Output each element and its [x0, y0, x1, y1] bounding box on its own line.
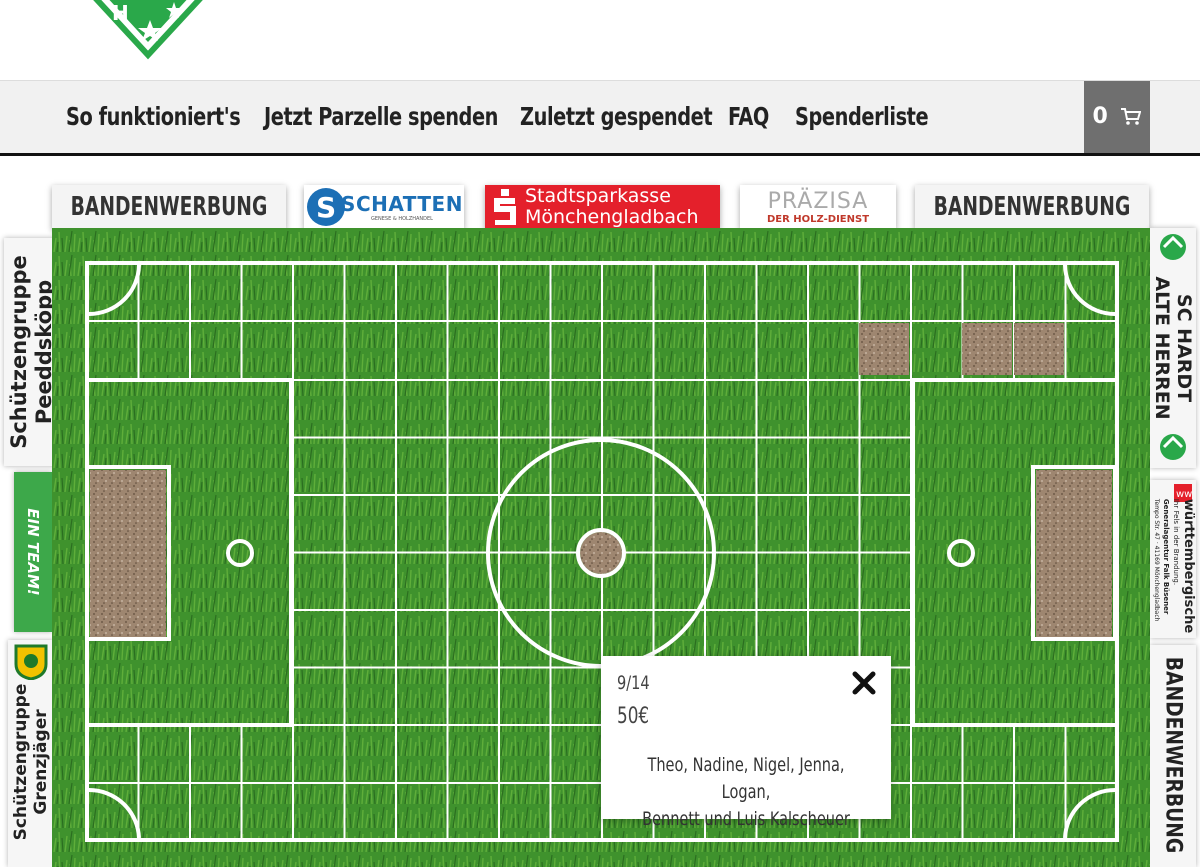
nav-donate-parcel[interactable]: Jetzt Parzelle spenden	[264, 81, 498, 153]
cart-count: 0	[1092, 104, 1108, 129]
nav-faq[interactable]: FAQ	[728, 81, 769, 153]
banner-ein-team[interactable]: EIN TEAM!	[14, 472, 52, 632]
svg-text:H: H	[112, 1, 129, 25]
parcel-amount: 50€	[617, 704, 650, 729]
main-nav: So funktioniert's Jetzt Parzelle spenden…	[0, 80, 1200, 156]
top-sponsor-banners: BANDENWERBUNG S SCHATTEN GENESE & HOLZHA…	[0, 185, 1200, 230]
banner-stadtsparkasse[interactable]: Stadtsparkasse Mönchengladbach	[485, 185, 720, 229]
sc-hardt-logo-icon	[1160, 234, 1186, 260]
svg-text:S: S	[316, 191, 336, 224]
banner-schuetzengruppe-grenzjaeger[interactable]: Schützengruppe Grenzjäger	[8, 640, 54, 867]
sc-hardt-logo-icon-bottom	[1160, 434, 1186, 460]
banner-advertising-side-right[interactable]: BANDENWERBUNG	[1150, 645, 1196, 867]
donor-names: Theo, Nadine, Nigel, Jenna, Logan, Benne…	[642, 754, 850, 830]
banner-wuerttembergische[interactable]: ww württembergische Ihr Fels in der Bran…	[1150, 480, 1196, 638]
club-logo[interactable]: H	[78, 0, 218, 60]
grenzjaeger-crest-icon	[14, 644, 48, 680]
parcel-id: 9/14	[617, 672, 650, 694]
banner-praezisa[interactable]: PRÄZISA DER HOLZ-DIENST	[740, 185, 896, 229]
sparkasse-logo-icon	[494, 189, 516, 225]
banner-schatten[interactable]: S SCHATTEN GENESE & HOLZHANDEL	[304, 185, 464, 229]
parcel-popup: 9/14 50€ Theo, Nadine, Nigel, Jenna, Log…	[601, 656, 891, 830]
nav-recently-donated[interactable]: Zuletzt gespendet	[520, 81, 713, 153]
shopping-cart-icon	[1121, 108, 1142, 125]
banner-advertising-right[interactable]: BANDENWERBUNG	[915, 185, 1149, 229]
close-icon[interactable]	[851, 670, 877, 696]
banner-sc-hardt-alte-herren[interactable]: SC HARDT ALTE HERREN	[1150, 228, 1196, 468]
cart-button[interactable]: 0	[1084, 81, 1150, 153]
site-header: H	[0, 0, 1200, 80]
nav-donor-list[interactable]: Spenderliste	[795, 81, 929, 153]
nav-how-it-works[interactable]: So funktioniert's	[66, 81, 241, 153]
banner-advertising-left[interactable]: BANDENWERBUNG	[52, 185, 286, 229]
